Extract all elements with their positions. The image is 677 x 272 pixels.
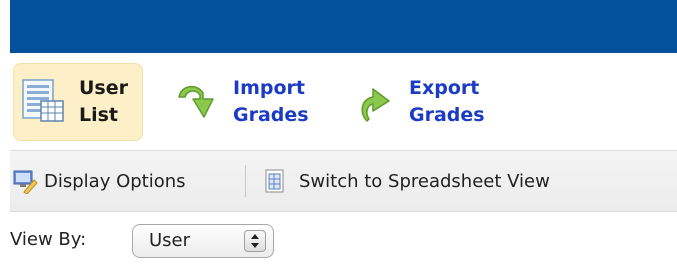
secondary-toolbar: Display Options Switch to Spreadsheet Vi… — [10, 150, 677, 212]
view-by-label: View By: — [10, 229, 87, 250]
display-options-label: Display Options — [44, 170, 186, 192]
main-toolbar: User List Import Grades Export Grades — [10, 53, 677, 148]
display-options-icon — [12, 168, 38, 195]
import-grades-label: Import Grades — [233, 77, 309, 126]
user-list-label: User List — [79, 77, 128, 126]
view-by-selected-value: User — [149, 230, 191, 251]
updown-arrows-icon — [244, 230, 266, 252]
export-grades-button[interactable]: Export Grades — [353, 63, 513, 141]
toolbar-divider — [245, 165, 246, 197]
display-options-button[interactable]: Display Options — [12, 166, 186, 196]
list-table-icon — [19, 77, 69, 127]
header-bar — [10, 0, 677, 53]
view-by-select[interactable]: User — [132, 224, 274, 258]
left-margin — [0, 0, 10, 272]
user-list-button[interactable]: User List — [13, 63, 143, 141]
export-arrow-icon — [353, 77, 403, 127]
import-arrow-icon — [173, 77, 223, 127]
spreadsheet-icon — [263, 168, 287, 194]
switch-spreadsheet-label: Switch to Spreadsheet View — [299, 170, 550, 192]
switch-spreadsheet-button[interactable]: Switch to Spreadsheet View — [263, 166, 550, 196]
import-grades-button[interactable]: Import Grades — [173, 63, 333, 141]
export-grades-label: Export Grades — [409, 77, 485, 126]
